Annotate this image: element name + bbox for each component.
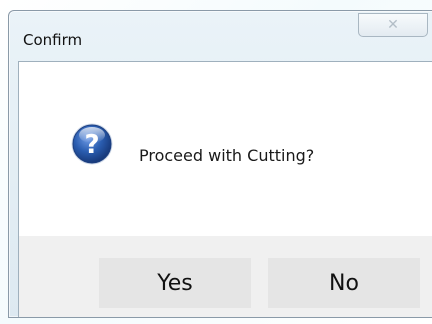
no-button[interactable]: No bbox=[268, 258, 420, 308]
close-icon: ✕ bbox=[387, 17, 399, 33]
confirm-dialog: Confirm ✕ ? Proceed with Cutting? Yes No bbox=[8, 10, 432, 318]
message-text: Proceed with Cutting? bbox=[139, 146, 315, 165]
message-area: ? Proceed with Cutting? bbox=[19, 62, 432, 236]
close-button[interactable]: ✕ bbox=[358, 13, 428, 37]
button-bar: Yes No bbox=[19, 236, 432, 317]
dialog-title: Confirm bbox=[23, 31, 83, 49]
dialog-body: ? Proceed with Cutting? Yes No bbox=[18, 61, 432, 317]
screen: Confirm ✕ ? Proceed with Cutting? Yes No bbox=[0, 0, 432, 324]
title-bar[interactable]: Confirm ✕ bbox=[9, 11, 432, 61]
svg-text:?: ? bbox=[84, 130, 99, 160]
question-icon: ? bbox=[71, 123, 113, 165]
yes-button[interactable]: Yes bbox=[99, 258, 251, 308]
